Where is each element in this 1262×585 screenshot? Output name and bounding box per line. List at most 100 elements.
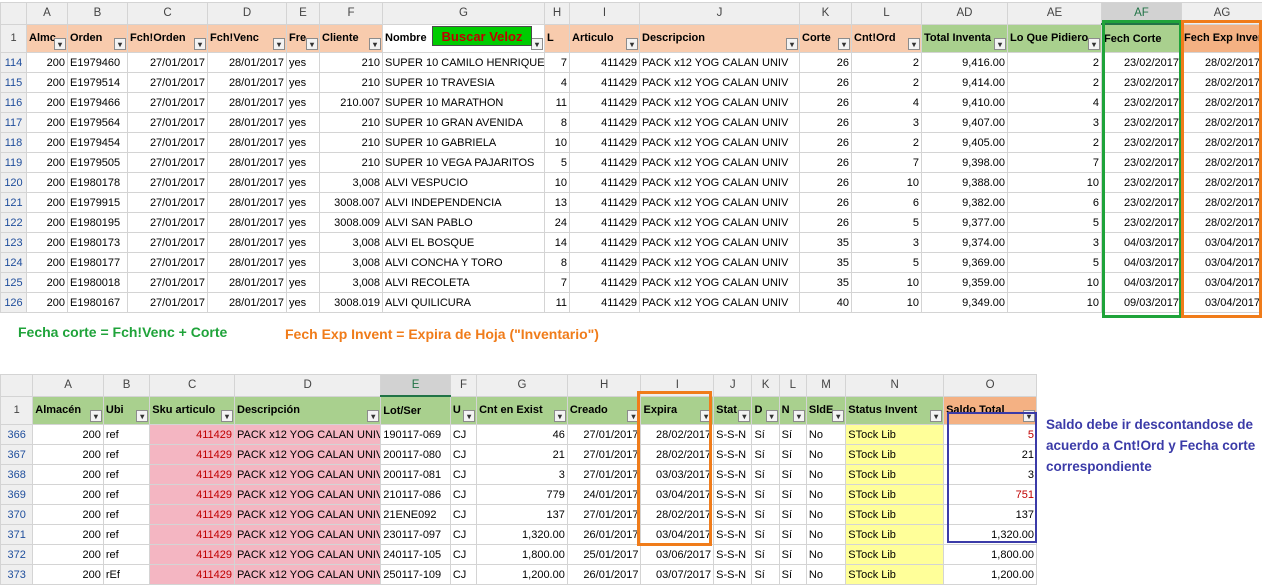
cell-fech-exp-inven[interactable]: 28/02/2017 bbox=[1182, 213, 1262, 233]
cell-fch-orden[interactable]: 27/01/2017 bbox=[128, 113, 208, 133]
row-number[interactable]: 117 bbox=[1, 113, 27, 133]
filter-dropdown-icon[interactable]: ▾ bbox=[786, 38, 798, 50]
cell-ubi[interactable]: ref bbox=[103, 505, 149, 525]
cell-total-inventa[interactable]: 9,349.00 bbox=[922, 293, 1008, 313]
cell-corte[interactable]: 26 bbox=[800, 153, 852, 173]
cell-descripci-n[interactable]: PACK x12 YOG CALAN UNIV bbox=[235, 485, 381, 505]
cell-fre[interactable]: yes bbox=[287, 193, 320, 213]
cell-cnt-ord[interactable]: 10 bbox=[852, 293, 922, 313]
cell-d[interactable]: Sí bbox=[752, 425, 779, 445]
cell-l[interactable]: 13 bbox=[545, 193, 570, 213]
cell-nombre[interactable]: ALVI VESPUCIO bbox=[383, 173, 545, 193]
cell-l[interactable]: 11 bbox=[545, 93, 570, 113]
cell-total-inventa[interactable]: 9,382.00 bbox=[922, 193, 1008, 213]
cell-fech-corte[interactable]: 09/03/2017 bbox=[1102, 293, 1182, 313]
column-letter-i[interactable]: I bbox=[641, 375, 714, 397]
cell-almac-n[interactable]: 200 bbox=[33, 465, 104, 485]
cell-orden[interactable]: E1979564 bbox=[68, 113, 128, 133]
cell-cliente[interactable]: 3008.019 bbox=[320, 293, 383, 313]
cell-creado[interactable]: 27/01/2017 bbox=[567, 465, 641, 485]
column-letter-e[interactable]: E bbox=[287, 3, 320, 25]
cell-ubi[interactable]: ref bbox=[103, 465, 149, 485]
cell-fre[interactable]: yes bbox=[287, 53, 320, 73]
cell-fch-venc[interactable]: 28/01/2017 bbox=[208, 133, 287, 153]
cell-fech-corte[interactable]: 23/02/2017 bbox=[1102, 193, 1182, 213]
cell-fre[interactable]: yes bbox=[287, 113, 320, 133]
cell-fch-orden[interactable]: 27/01/2017 bbox=[128, 273, 208, 293]
cell-descripcion[interactable]: PACK x12 YOG CALAN UNIV bbox=[640, 273, 800, 293]
cell-slde[interactable]: No bbox=[806, 465, 845, 485]
column-letter-b[interactable]: B bbox=[68, 3, 128, 25]
cell-d[interactable]: Sí bbox=[752, 525, 779, 545]
filter-dropdown-icon[interactable]: ▾ bbox=[838, 38, 850, 50]
filter-active-icon[interactable]: ▾ bbox=[930, 410, 942, 422]
cell-saldo-total[interactable]: 751 bbox=[944, 485, 1037, 505]
cell-cnt-ord[interactable]: 10 bbox=[852, 173, 922, 193]
cell-articulo[interactable]: 411429 bbox=[570, 213, 640, 233]
cell-d[interactable]: Sí bbox=[752, 465, 779, 485]
cell-stat[interactable]: S-S-N bbox=[714, 425, 752, 445]
cell-nombre[interactable]: SUPER 10 VEGA PAJARITOS bbox=[383, 153, 545, 173]
filter-active-icon[interactable]: ▾ bbox=[54, 38, 66, 50]
cell-fech-corte[interactable]: 04/03/2017 bbox=[1102, 233, 1182, 253]
cell-fre[interactable]: yes bbox=[287, 73, 320, 93]
header-lo-que-pidiero[interactable]: Lo Que Pidiero▾ bbox=[1008, 24, 1102, 53]
cell-fre[interactable]: yes bbox=[287, 133, 320, 153]
cell-total-inventa[interactable]: 9,398.00 bbox=[922, 153, 1008, 173]
cell-cliente[interactable]: 3008.007 bbox=[320, 193, 383, 213]
cell-fech-corte[interactable]: 23/02/2017 bbox=[1102, 53, 1182, 73]
cell-ubi[interactable]: ref bbox=[103, 525, 149, 545]
cell-fech-exp-inven[interactable]: 28/02/2017 bbox=[1182, 193, 1262, 213]
cell-creado[interactable]: 26/01/2017 bbox=[567, 565, 641, 585]
cell-saldo-total[interactable]: 137 bbox=[944, 505, 1037, 525]
header-l[interactable]: L bbox=[545, 24, 570, 53]
cell-almac-n[interactable]: 200 bbox=[33, 485, 104, 505]
cell-articulo[interactable]: 411429 bbox=[570, 193, 640, 213]
column-letter-i[interactable]: I bbox=[570, 3, 640, 25]
cell-sku-articulo[interactable]: 411429 bbox=[150, 445, 235, 465]
cell-ubi[interactable]: ref bbox=[103, 485, 149, 505]
cell-articulo[interactable]: 411429 bbox=[570, 53, 640, 73]
cell-total-inventa[interactable]: 9,416.00 bbox=[922, 53, 1008, 73]
cell-lo-que-pidiero[interactable]: 6 bbox=[1008, 193, 1102, 213]
cell-lo-que-pidiero[interactable]: 2 bbox=[1008, 53, 1102, 73]
row-number[interactable]: 126 bbox=[1, 293, 27, 313]
filter-dropdown-icon[interactable]: ▾ bbox=[1023, 410, 1035, 422]
header-saldo-total[interactable]: Saldo Total▾ bbox=[944, 396, 1037, 425]
cell-lo-que-pidiero[interactable]: 5 bbox=[1008, 253, 1102, 273]
row-number[interactable]: 124 bbox=[1, 253, 27, 273]
column-letter-b[interactable]: B bbox=[103, 375, 149, 397]
filter-dropdown-icon[interactable]: ▾ bbox=[367, 410, 379, 422]
filter-dropdown-icon[interactable]: ▾ bbox=[793, 410, 805, 422]
cell-u[interactable]: CJ bbox=[450, 565, 476, 585]
cell-status-invent[interactable]: STock Lib bbox=[846, 565, 944, 585]
column-letter-f[interactable]: F bbox=[450, 375, 476, 397]
cell-articulo[interactable]: 411429 bbox=[570, 73, 640, 93]
cell-corte[interactable]: 26 bbox=[800, 173, 852, 193]
column-letter-o[interactable]: O bbox=[944, 375, 1037, 397]
cell-cnt-en-exist[interactable]: 779 bbox=[477, 485, 568, 505]
cell-corte[interactable]: 26 bbox=[800, 133, 852, 153]
cell-almac-n[interactable]: 200 bbox=[33, 505, 104, 525]
filter-dropdown-icon[interactable]: ▾ bbox=[531, 38, 543, 50]
header-n[interactable]: N▾ bbox=[779, 396, 806, 425]
cell-fch-venc[interactable]: 28/01/2017 bbox=[208, 53, 287, 73]
cell-cnt-en-exist[interactable]: 1,200.00 bbox=[477, 565, 568, 585]
cell-fech-corte[interactable]: 23/02/2017 bbox=[1102, 133, 1182, 153]
cell-slde[interactable]: No bbox=[806, 445, 845, 465]
cell-fre[interactable]: yes bbox=[287, 293, 320, 313]
cell-orden[interactable]: E1979505 bbox=[68, 153, 128, 173]
cell-l[interactable]: 7 bbox=[545, 273, 570, 293]
header-descripcion[interactable]: Descripcion▾ bbox=[640, 24, 800, 53]
cell-saldo-total[interactable]: 1,200.00 bbox=[944, 565, 1037, 585]
cell-almc[interactable]: 200 bbox=[27, 73, 68, 93]
cell-l[interactable]: 5 bbox=[545, 153, 570, 173]
header-lot-ser[interactable]: Lot/Ser bbox=[381, 396, 451, 425]
cell-lo-que-pidiero[interactable]: 10 bbox=[1008, 173, 1102, 193]
select-all-corner[interactable] bbox=[1, 3, 27, 25]
cell-descripcion[interactable]: PACK x12 YOG CALAN UNIV bbox=[640, 73, 800, 93]
cell-articulo[interactable]: 411429 bbox=[570, 233, 640, 253]
column-letter-a[interactable]: A bbox=[27, 3, 68, 25]
cell-creado[interactable]: 26/01/2017 bbox=[567, 525, 641, 545]
cell-cnt-ord[interactable]: 5 bbox=[852, 213, 922, 233]
